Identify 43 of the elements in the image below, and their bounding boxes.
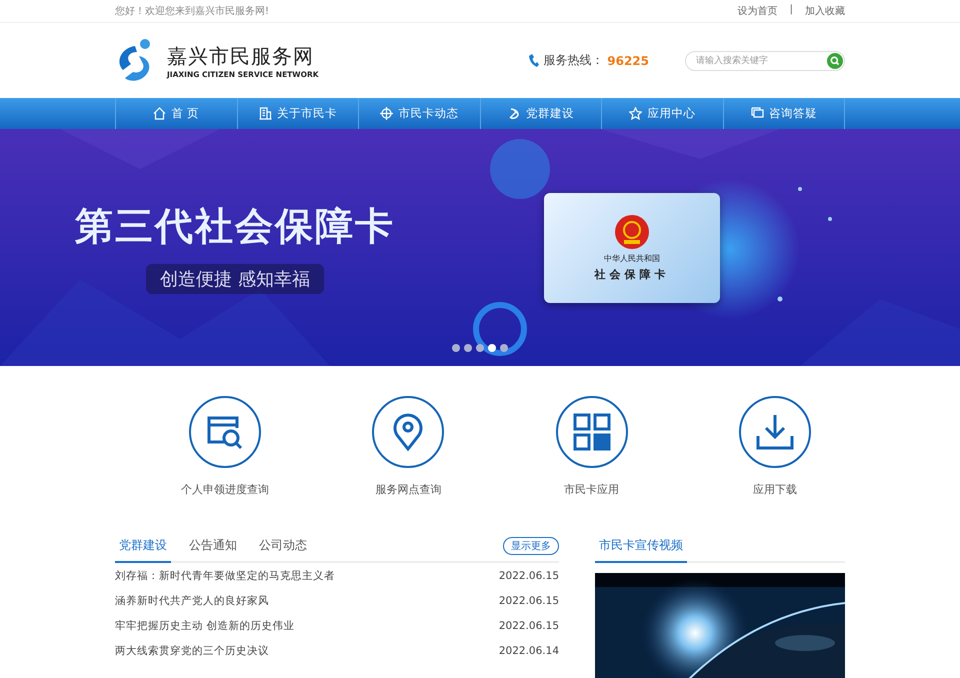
news-link[interactable]: 两大线索贯穿党的三个历史决议 [115,644,269,658]
star-icon [629,107,642,120]
search-icon[interactable] [827,52,843,68]
news-date: 2022.06.15 [498,620,559,632]
chat-icon [750,107,764,120]
news-tab[interactable]: 公司动态 [255,531,311,561]
news-tab[interactable]: 公告通知 [185,531,241,561]
news-date: 2022.06.15 [498,570,559,582]
news-link[interactable]: 涵养新时代共产党人的良好家风 [115,594,269,608]
search-field[interactable]: 请输入搜索关键字 [685,50,845,70]
news-date: 2022.06.15 [498,594,559,606]
video-heading: 市民卡宣传视频 [595,531,687,563]
emblem-icon [614,214,650,250]
crosshair-icon [380,107,394,120]
service-label: 个人申领进度查询 [181,482,269,497]
news-link[interactable]: 刘存福：新时代青年要做坚定的马克思主义者 [115,568,335,582]
service-button[interactable] [372,396,444,468]
banner-title: 第三代社会保障卡 [75,203,395,250]
service-label: 应用下载 [752,482,797,497]
news-date: 2022.06.14 [498,644,559,656]
card-name: 社会保障卡 [594,266,670,282]
bookmark-link[interactable]: 加入收藏 [805,4,845,18]
house-icon [153,107,166,120]
hotline-label: 服务热线： [543,52,604,69]
news-tab[interactable]: 党群建设 [115,531,171,563]
show-more-button[interactable]: 显示更多 [503,537,559,555]
service-button[interactable] [738,396,811,468]
banner-slogan: 创造便捷 感知幸福 [146,264,324,294]
hotline-number: 96225 [607,54,649,68]
set-homepage-link[interactable]: 设为首页 [738,4,778,18]
service-button[interactable] [189,396,261,468]
separator-text: | [790,4,793,17]
news-link[interactable]: 牢牢把握历史主动 创造新的历史伟业 [115,618,294,632]
building-icon [258,107,272,120]
service-label: 服务网点查询 [375,482,442,497]
logo-title: 嘉兴市民服务网 [167,42,315,70]
welcome-text: 您好！欢迎您来到嘉兴市民服务网! [115,4,270,18]
service-button[interactable] [556,396,628,468]
grid-icon [572,412,612,452]
phone-icon [529,54,540,67]
service-label: 市民卡应用 [564,482,620,497]
card-country: 中华人民共和国 [604,252,660,264]
download-icon [754,412,795,452]
